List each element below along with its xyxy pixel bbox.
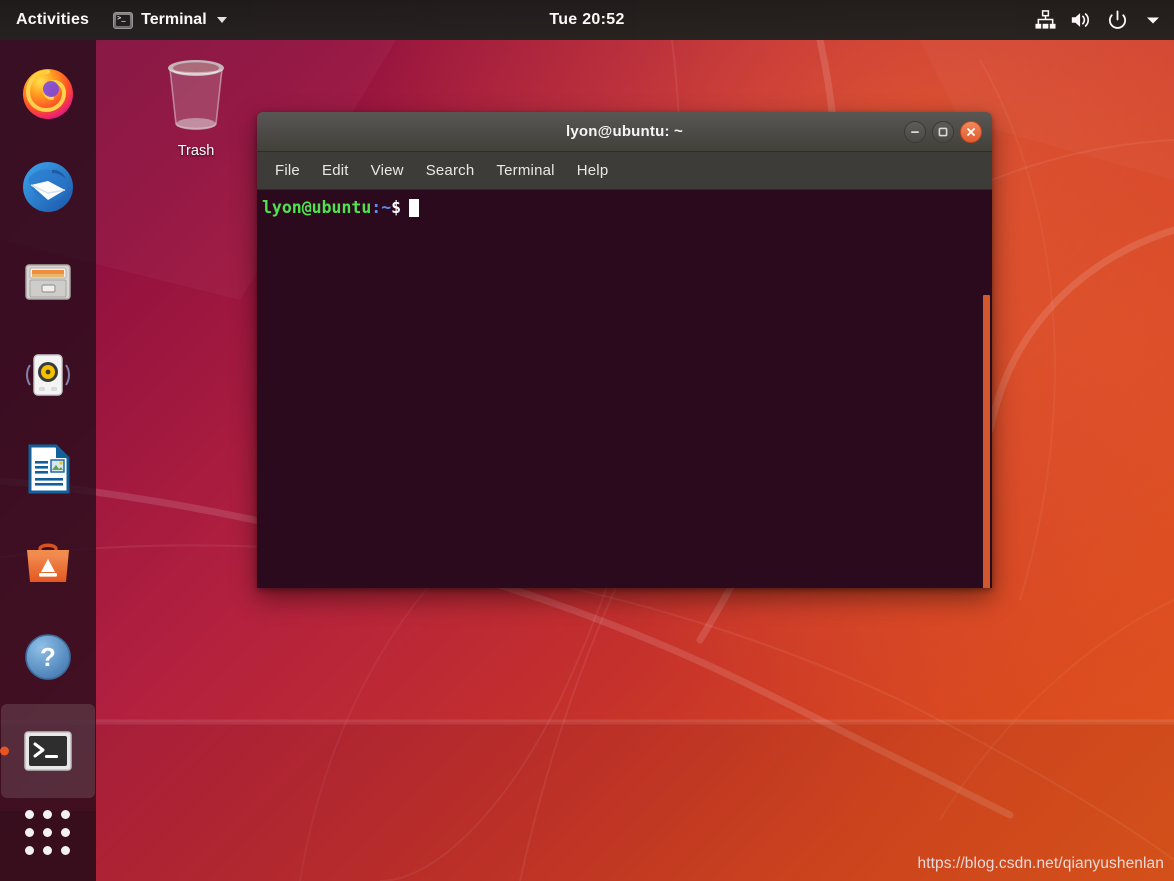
dock-item-rhythmbox[interactable] (1, 328, 95, 422)
dock: ? (0, 40, 96, 881)
dock-item-firefox[interactable] (1, 46, 95, 140)
menu-item-search[interactable]: Search (426, 162, 475, 179)
terminal-body[interactable]: lyon@ubuntu : ~ $ (257, 190, 992, 588)
desktop-screen: Activities Terminal Tue 20:52 (0, 0, 1174, 881)
terminal-icon (113, 11, 134, 29)
desktop-icon-label: Trash (177, 143, 215, 159)
dock-item-ubuntu-software[interactable] (1, 516, 95, 610)
terminal-title: lyon@ubuntu: ~ (566, 123, 683, 140)
svg-text:?: ? (40, 642, 56, 672)
dock-item-thunderbird[interactable] (1, 140, 95, 234)
activities-label: Activities (16, 11, 90, 28)
prompt-path: ~ (381, 198, 392, 217)
terminal-menubar: File Edit View Search Terminal Help (257, 152, 992, 190)
terminal-scrollbar[interactable] (981, 190, 992, 588)
terminal-window: lyon@ubuntu: ~ File Edit View Search Ter… (257, 112, 992, 588)
grid-icon (24, 809, 70, 855)
window-controls (904, 120, 982, 143)
scrollbar-thumb[interactable] (983, 295, 990, 588)
desktop-icon-trash[interactable]: Trash (150, 48, 242, 159)
ubuntu-software-icon (18, 533, 78, 593)
terminal-icon (18, 721, 78, 781)
thunderbird-icon (18, 157, 78, 217)
libreoffice-writer-icon (18, 439, 78, 499)
maximize-button[interactable] (932, 120, 954, 143)
prompt-user-host: lyon@ubuntu (262, 198, 372, 217)
terminal-prompt-line: lyon@ubuntu : ~ $ (260, 197, 992, 218)
menu-item-view[interactable]: View (371, 162, 404, 179)
app-menu-button[interactable]: Terminal (103, 0, 237, 40)
clock-button[interactable]: Tue 20:52 (549, 11, 624, 29)
menu-item-edit[interactable]: Edit (322, 162, 349, 179)
activities-button[interactable]: Activities (0, 0, 103, 40)
watermark-text: https://blog.csdn.net/qianyushenlan (917, 855, 1164, 872)
top-bar: Activities Terminal Tue 20:52 (0, 0, 1174, 40)
dock-app-list: ? (1, 40, 95, 798)
help-icon: ? (18, 627, 78, 687)
menu-item-terminal[interactable]: Terminal (496, 162, 554, 179)
dock-item-files[interactable] (1, 234, 95, 328)
minimize-button[interactable] (904, 120, 926, 143)
rhythmbox-icon (18, 345, 78, 405)
top-bar-left: Activities Terminal (0, 0, 237, 40)
dock-item-libreoffice-writer[interactable] (1, 422, 95, 516)
terminal-cursor (409, 198, 420, 217)
show-applications-button[interactable] (0, 797, 94, 867)
prompt-symbol: $ (391, 198, 402, 217)
terminal-titlebar[interactable]: lyon@ubuntu: ~ (257, 112, 992, 152)
network-icon[interactable] (1034, 9, 1056, 31)
clock-label: Tue 20:52 (549, 11, 625, 28)
chevron-down-icon[interactable] (1142, 9, 1164, 31)
firefox-icon (18, 63, 78, 123)
trash-icon (156, 60, 236, 138)
menu-item-file[interactable]: File (275, 162, 300, 179)
files-icon (18, 251, 78, 311)
power-icon[interactable] (1106, 9, 1128, 31)
dock-item-help[interactable]: ? (1, 610, 95, 704)
prompt-separator: : (371, 198, 382, 217)
dock-item-terminal[interactable] (1, 704, 95, 798)
menu-item-help[interactable]: Help (577, 162, 609, 179)
close-button[interactable] (960, 120, 982, 143)
volume-icon[interactable] (1070, 9, 1092, 31)
system-tray[interactable] (1034, 9, 1164, 31)
app-menu-label: Terminal (141, 11, 207, 28)
chevron-down-icon (216, 17, 227, 23)
